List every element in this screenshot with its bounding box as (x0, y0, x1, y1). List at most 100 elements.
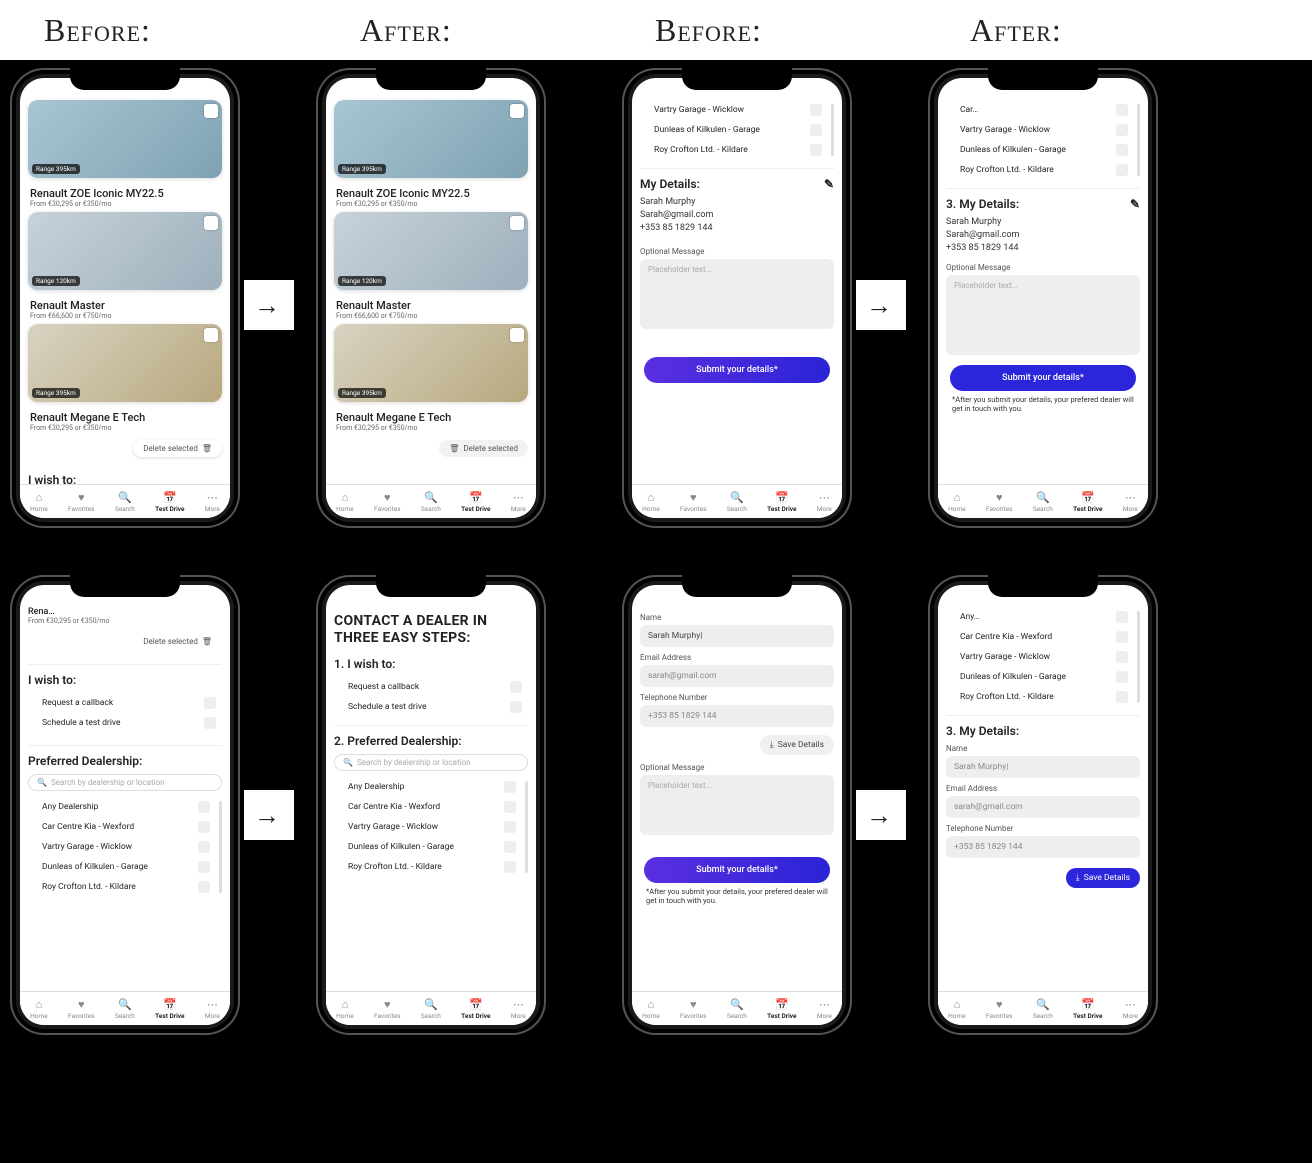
dealer-option[interactable]: Dunleas of Kilkulen - Garage (28, 857, 216, 877)
checkbox[interactable] (504, 861, 516, 873)
select-checkbox[interactable] (204, 216, 218, 230)
tab-favorites[interactable]: ♥Favorites (680, 491, 707, 513)
message-textarea[interactable]: Placeholder text... (946, 275, 1140, 355)
tab-home[interactable]: ⌂Home (948, 491, 966, 513)
message-textarea[interactable]: Placeholder text... (640, 259, 834, 329)
tab-favorites[interactable]: ♥Favorites (68, 491, 95, 513)
checkbox[interactable] (810, 124, 822, 136)
tab-testdrive[interactable]: 📅Test Drive (767, 998, 796, 1020)
checkbox[interactable] (504, 821, 516, 833)
save-details-button[interactable]: ⤓Save Details (760, 735, 834, 755)
checkbox[interactable] (204, 717, 216, 729)
dealer-option[interactable]: Any Dealership (334, 777, 522, 797)
tab-favorites[interactable]: ♥Favorites (986, 998, 1013, 1020)
message-textarea[interactable]: Placeholder text... (640, 775, 834, 835)
tab-favorites[interactable]: ♥Favorites (680, 998, 707, 1020)
select-checkbox[interactable] (510, 104, 524, 118)
wish-option[interactable]: Schedule a test drive (334, 697, 528, 717)
dealer-option[interactable]: Car Centre Kia - Wexford (28, 817, 216, 837)
tab-home[interactable]: ⌂Home (948, 998, 966, 1020)
dealer-option[interactable]: Vartry Garage - Wicklow (946, 120, 1134, 140)
name-input[interactable]: Sarah Murphy| (640, 625, 834, 647)
checkbox[interactable] (198, 841, 210, 853)
email-input[interactable]: sarah@gmail.com (640, 665, 834, 687)
checkbox[interactable] (1116, 124, 1128, 136)
tab-testdrive[interactable]: 📅Test Drive (461, 491, 490, 513)
dealer-option[interactable]: Any… (946, 607, 1134, 627)
tab-search[interactable]: 🔍Search (1033, 491, 1053, 513)
dealer-option[interactable]: Roy Crofton Ltd. - Kildare (334, 857, 522, 877)
dealer-option[interactable]: Roy Crofton Ltd. - Kildare (28, 877, 216, 897)
dealer-option[interactable]: Roy Crofton Ltd. - Kildare (946, 687, 1134, 707)
dealer-option[interactable]: Roy Crofton Ltd. - Kildare (640, 140, 828, 160)
submit-button[interactable]: Submit your details* (950, 365, 1136, 391)
tab-search[interactable]: 🔍Search (421, 491, 441, 513)
checkbox[interactable] (1116, 671, 1128, 683)
tab-more[interactable]: ⋯More (511, 491, 526, 513)
dealer-option[interactable]: Car… (946, 100, 1134, 120)
tab-more[interactable]: ⋯More (205, 998, 220, 1020)
dealer-option[interactable]: Vartry Garage - Wicklow (28, 837, 216, 857)
tab-testdrive[interactable]: 📅Test Drive (461, 998, 490, 1020)
car-card[interactable]: Range 395km (28, 100, 222, 178)
tab-more[interactable]: ⋯More (1123, 491, 1138, 513)
tab-home[interactable]: ⌂Home (30, 998, 48, 1020)
tab-more[interactable]: ⋯More (817, 491, 832, 513)
checkbox[interactable] (198, 881, 210, 893)
car-card[interactable]: Range 120km (334, 212, 528, 290)
tab-favorites[interactable]: ♥Favorites (374, 998, 401, 1020)
checkbox[interactable] (504, 781, 516, 793)
phone-input[interactable]: +353 85 1829 144 (946, 836, 1140, 858)
checkbox[interactable] (1116, 144, 1128, 156)
dealer-option[interactable]: Any Dealership (28, 797, 216, 817)
checkbox[interactable] (1116, 104, 1128, 116)
tab-more[interactable]: ⋯More (511, 998, 526, 1020)
dealer-option[interactable]: Dunleas of Kilkulen - Garage (640, 120, 828, 140)
tab-home[interactable]: ⌂Home (30, 491, 48, 513)
submit-button[interactable]: Submit your details* (644, 357, 830, 383)
dealer-option[interactable]: Vartry Garage - Wicklow (946, 647, 1134, 667)
select-checkbox[interactable] (204, 328, 218, 342)
edit-icon[interactable]: ✎ (1130, 197, 1140, 211)
email-input[interactable]: sarah@gmail.com (946, 796, 1140, 818)
checkbox[interactable] (1116, 631, 1128, 643)
edit-icon[interactable]: ✎ (824, 177, 834, 191)
checkbox[interactable] (810, 104, 822, 116)
dealer-option[interactable]: Dunleas of Kilkulen - Garage (334, 837, 522, 857)
tab-more[interactable]: ⋯More (205, 491, 220, 513)
car-card[interactable]: Range 395km (334, 100, 528, 178)
tab-home[interactable]: ⌂Home (642, 491, 660, 513)
checkbox[interactable] (1116, 164, 1128, 176)
tab-home[interactable]: ⌂Home (336, 491, 354, 513)
delete-selected-button[interactable]: Delete selected🗑 (133, 440, 222, 457)
delete-selected-button[interactable]: 🗑Delete selected (439, 440, 528, 457)
wish-option[interactable]: Request a callback (334, 677, 528, 697)
checkbox[interactable] (510, 701, 522, 713)
car-card[interactable]: Range 120km (28, 212, 222, 290)
tab-search[interactable]: 🔍Search (421, 998, 441, 1020)
tab-testdrive[interactable]: 📅Test Drive (1073, 998, 1102, 1020)
checkbox[interactable] (504, 801, 516, 813)
submit-button[interactable]: Submit your details* (644, 857, 830, 883)
tab-search[interactable]: 🔍Search (115, 998, 135, 1020)
dealer-option[interactable]: Dunleas of Kilkulen - Garage (946, 140, 1134, 160)
checkbox[interactable] (198, 801, 210, 813)
dealer-option[interactable]: Dunleas of Kilkulen - Garage (946, 667, 1134, 687)
checkbox[interactable] (504, 841, 516, 853)
dealer-option[interactable]: Vartry Garage - Wicklow (334, 817, 522, 837)
tab-testdrive[interactable]: 📅Test Drive (1073, 491, 1102, 513)
tab-search[interactable]: 🔍Search (115, 491, 135, 513)
tab-favorites[interactable]: ♥Favorites (374, 491, 401, 513)
name-input[interactable]: Sarah Murphy| (946, 756, 1140, 778)
dealer-search-input[interactable]: 🔍Search by dealership or location (334, 754, 528, 771)
tab-testdrive[interactable]: 📅Test Drive (155, 491, 184, 513)
dealer-option[interactable]: Car Centre Kia - Wexford (334, 797, 522, 817)
checkbox[interactable] (510, 681, 522, 693)
wish-option[interactable]: Request a callback (28, 693, 222, 713)
tab-testdrive[interactable]: 📅Test Drive (155, 998, 184, 1020)
car-card[interactable]: Range 395km (28, 324, 222, 402)
tab-more[interactable]: ⋯More (1123, 998, 1138, 1020)
select-checkbox[interactable] (510, 216, 524, 230)
tab-search[interactable]: 🔍Search (727, 998, 747, 1020)
delete-selected-button[interactable]: Delete selected🗑 (133, 633, 222, 650)
